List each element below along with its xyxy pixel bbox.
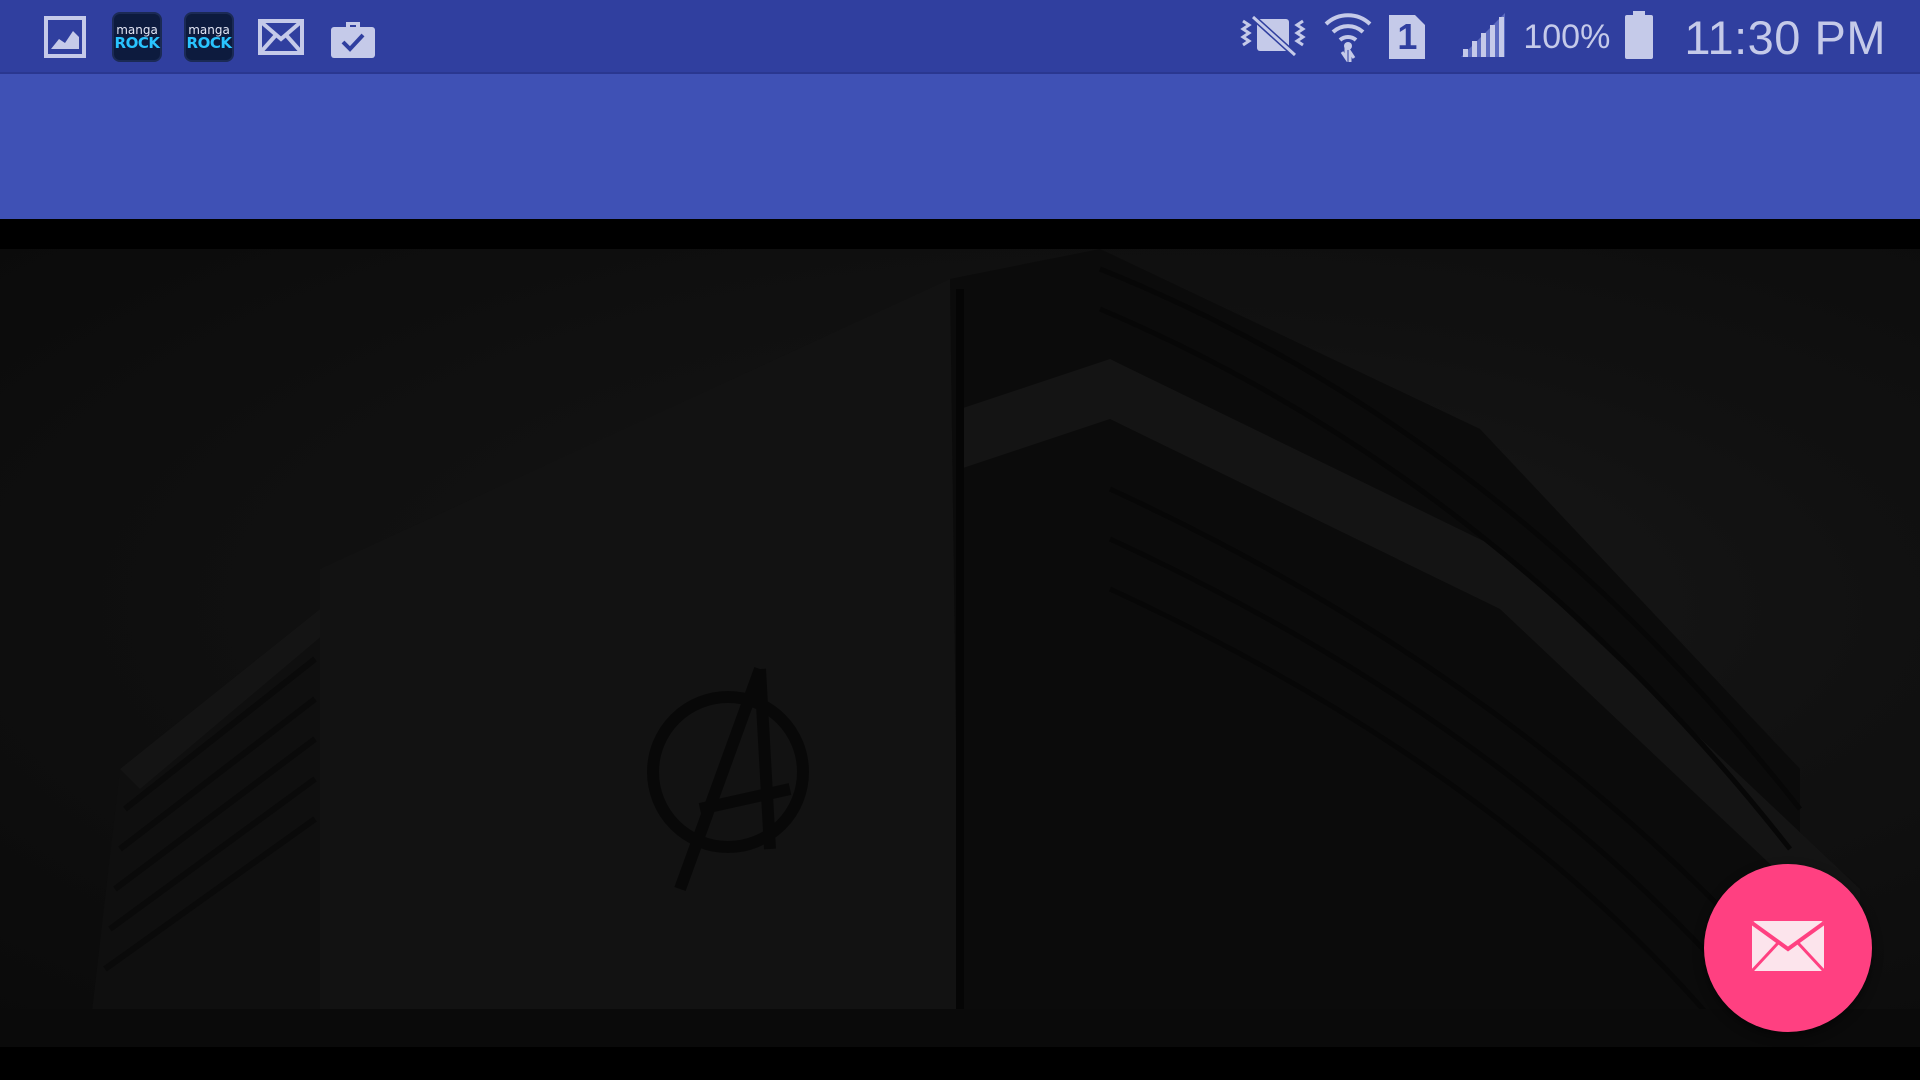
manga-rock-icon: manga ROCK <box>184 12 234 62</box>
notification-icons: manga ROCK manga ROCK <box>40 12 378 62</box>
system-status: 1 100% 11:30 PM <box>1237 0 1886 74</box>
sim-label: 1 <box>1397 16 1418 57</box>
content-image <box>0 249 1920 1047</box>
vibrate-silent-icon <box>1237 11 1309 64</box>
wifi-icon <box>1323 8 1373 67</box>
manga-rock-label-big: ROCK <box>114 33 160 52</box>
mail-icon <box>256 12 306 62</box>
app-bar <box>0 74 1920 219</box>
gallery-icon <box>40 12 90 62</box>
battery-percent: 100% <box>1523 17 1611 56</box>
task-briefcase-icon <box>328 12 378 62</box>
compose-mail-fab[interactable] <box>1704 864 1872 1032</box>
battery-full-icon <box>1624 10 1654 65</box>
manga-rock-label-big: ROCK <box>186 33 232 52</box>
screen: manga ROCK manga ROCK 1 100% 11:30 PM <box>0 0 1920 1080</box>
cell-signal-icon <box>1459 11 1509 64</box>
manga-rock-icon: manga ROCK <box>112 12 162 62</box>
mail-icon <box>1750 919 1826 978</box>
clock: 11:30 PM <box>1684 10 1886 64</box>
sim-1-icon: 1 <box>1387 13 1427 61</box>
status-bar: manga ROCK manga ROCK 1 100% 11:30 PM <box>0 0 1920 74</box>
